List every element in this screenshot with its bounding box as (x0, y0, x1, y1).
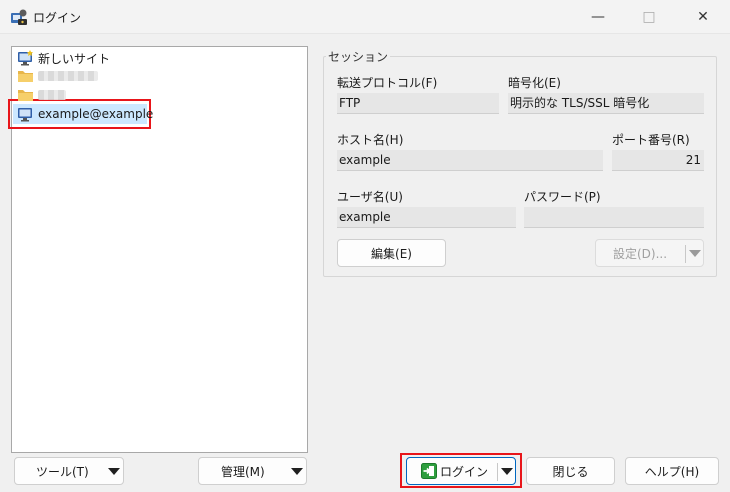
close-window-button[interactable]: ✕ (680, 0, 726, 34)
session-legend: セッション (326, 48, 391, 65)
host-label: ホスト名(H) (337, 133, 404, 147)
tools-button[interactable]: ツール(T) (14, 457, 124, 485)
user-label: ユーザ名(U) (337, 190, 403, 204)
chevron-down-icon (689, 250, 701, 257)
password-label: パスワード(P) (524, 190, 601, 204)
window-title: ログイン (33, 11, 82, 25)
tree-item-example[interactable]: example@example (17, 105, 153, 123)
blurred-label (38, 71, 98, 81)
host-input[interactable]: example (337, 150, 603, 171)
encryption-label: 暗号化(E) (508, 76, 561, 90)
maximize-button[interactable]: □ (626, 0, 672, 34)
close-button[interactable]: 閉じる (526, 457, 615, 485)
chevron-down-icon (291, 468, 303, 475)
encryption-select[interactable]: 明示的な TLS/SSL 暗号化 (508, 93, 704, 114)
manage-button-label: 管理(M) (221, 464, 265, 479)
folder-icon (18, 71, 33, 82)
tools-button-label: ツール(T) (36, 464, 89, 479)
settings-button[interactable]: 設定(D)... (595, 239, 704, 267)
manage-button[interactable]: 管理(M) (198, 457, 307, 485)
new-site-monitor-icon (18, 50, 33, 66)
protocol-label: 転送プロトコル(F) (337, 76, 438, 90)
edit-button[interactable]: 編集(E) (337, 239, 446, 267)
tree-item-folder[interactable] (17, 67, 98, 85)
protocol-select[interactable]: FTP (337, 93, 499, 114)
edit-button-label: 編集(E) (371, 246, 412, 261)
user-input[interactable]: example (337, 207, 516, 228)
help-button[interactable]: ヘルプ(H) (625, 457, 719, 485)
port-input[interactable]: 21 (612, 150, 704, 171)
tree-item-label: 新しいサイト (38, 51, 111, 66)
port-label: ポート番号(R) (612, 133, 690, 147)
folder-icon (18, 90, 33, 101)
winscp-app-icon (11, 9, 27, 25)
split-divider (685, 245, 686, 263)
tree-item-new-site[interactable]: 新しいサイト (17, 49, 110, 67)
tree-item-folder[interactable] (17, 86, 66, 104)
login-annotation-box (400, 453, 522, 488)
password-input[interactable] (524, 207, 704, 228)
title-bar: ログイン — □ ✕ (0, 0, 730, 34)
settings-button-label: 設定(D)... (613, 246, 668, 261)
blurred-label (38, 90, 66, 100)
monitor-icon (18, 108, 32, 122)
help-button-label: ヘルプ(H) (644, 464, 700, 479)
chevron-down-icon (108, 468, 120, 475)
close-button-label: 閉じる (552, 464, 589, 479)
tree-item-label: example@example (38, 107, 154, 121)
minimize-button[interactable]: — (575, 0, 621, 34)
